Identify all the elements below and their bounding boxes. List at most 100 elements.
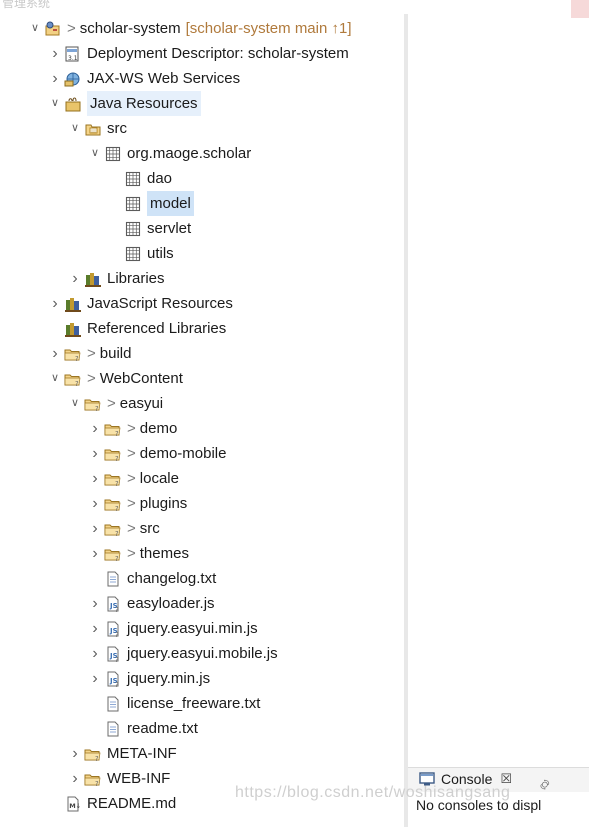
tree-item-label-wrap: changelog.txt	[127, 566, 216, 591]
top-strip: 管理系统	[0, 0, 589, 14]
chevron-right-icon[interactable]: ›	[68, 266, 82, 291]
tree-item[interactable]: › 3.1 Deployment Descriptor: scholar-syste…	[48, 41, 349, 66]
chevron-right-icon[interactable]: ›	[68, 766, 82, 791]
chevron-right-icon[interactable]: ›	[88, 516, 102, 541]
tree-item-label-wrap: > locale	[127, 466, 179, 491]
tree-item[interactable]: readme.txt	[88, 716, 198, 741]
tree-item-label: Libraries	[107, 270, 165, 287]
tree-item-label: scholar-system	[79, 20, 181, 37]
tree-item[interactable]: ∨? > WebContent	[48, 366, 183, 391]
chevron-down-icon[interactable]: ∨	[48, 91, 62, 116]
tree-item[interactable]: › Libraries	[68, 266, 165, 291]
tree-item[interactable]: servlet	[108, 216, 191, 241]
chevron-right-icon[interactable]: ›	[68, 741, 82, 766]
tree-item[interactable]: › JS? easyloader.js	[88, 591, 214, 616]
tree-item[interactable]: dao	[108, 166, 172, 191]
text-file-icon	[104, 695, 122, 713]
tree-item[interactable]: M↓ README.md	[48, 791, 176, 816]
git-decorator: >	[127, 520, 136, 537]
tree-item-label: WebContent	[99, 370, 183, 387]
tree-item-label: plugins	[139, 495, 188, 512]
git-decorator: >	[127, 445, 136, 462]
chevron-right-icon[interactable]: ›	[48, 341, 62, 366]
tree-item[interactable]: ∨ org.maoge.scholar	[88, 141, 251, 166]
svg-text:?: ?	[75, 355, 79, 363]
tree-item[interactable]: ∨ src	[68, 116, 127, 141]
tree-item[interactable]: › JavaScript Resources	[48, 291, 233, 316]
library-icon	[64, 320, 82, 338]
tree-item[interactable]: ∨ Java Resources	[48, 91, 201, 116]
chevron-right-icon[interactable]: ›	[88, 441, 102, 466]
right-accent	[571, 0, 589, 18]
chevron-right-icon[interactable]: ›	[88, 466, 102, 491]
js-file-icon: JS?	[104, 645, 122, 663]
tree-item-label: META-INF	[107, 745, 177, 762]
tree-item[interactable]: ›? WEB-INF	[68, 766, 170, 791]
tree-item-label: servlet	[147, 220, 192, 237]
tree-item[interactable]: › JS? jquery.easyui.mobile.js	[88, 641, 277, 666]
tree-item[interactable]: ›? > build	[48, 341, 131, 366]
js-file-icon: JS?	[104, 595, 122, 613]
tree-item[interactable]: ›? > plugins	[88, 491, 187, 516]
chevron-down-icon[interactable]: ∨	[68, 391, 82, 416]
package-icon	[124, 220, 142, 238]
tree-item-label: changelog.txt	[127, 570, 217, 587]
chevron-down-icon[interactable]: ∨	[28, 16, 42, 41]
tree-item[interactable]: › JS? jquery.min.js	[88, 666, 210, 691]
tree-item[interactable]: changelog.txt	[88, 566, 216, 591]
tree-item[interactable]: ›? > demo-mobile	[88, 441, 226, 466]
tree-item-label: WEB-INF	[107, 770, 171, 787]
git-decorator: >	[127, 420, 136, 437]
git-decorator: >	[87, 345, 96, 362]
markdown-file-icon: M↓	[64, 795, 82, 813]
chevron-right-icon[interactable]: ›	[88, 491, 102, 516]
chevron-down-icon[interactable]: ∨	[88, 141, 102, 166]
tree-item[interactable]: license_freeware.txt	[88, 691, 260, 716]
problems-tab-icon[interactable]: ࿂	[540, 770, 550, 807]
tree-item[interactable]: Referenced Libraries	[48, 316, 226, 341]
chevron-right-icon[interactable]: ›	[88, 541, 102, 566]
chevron-right-icon[interactable]: ›	[48, 66, 62, 91]
tree-item-label-wrap: > scholar-system [scholar-system main ↑1]	[67, 16, 352, 41]
chevron-right-icon[interactable]: ›	[88, 591, 102, 616]
svg-text:?: ?	[115, 631, 119, 638]
tree-item[interactable]: utils	[108, 241, 174, 266]
chevron-right-icon[interactable]: ›	[48, 41, 62, 66]
tree-item[interactable]: ›? > src	[88, 516, 159, 541]
chevron-right-icon[interactable]: ›	[88, 616, 102, 641]
git-decorator: >	[127, 495, 136, 512]
tree-item[interactable]: model	[108, 191, 194, 216]
chevron-down-icon[interactable]: ∨	[68, 116, 82, 141]
tree-item-label-wrap: README.md	[87, 791, 176, 816]
folder-icon: ?	[104, 545, 122, 563]
tree-item[interactable]: › JS? jquery.easyui.min.js	[88, 616, 257, 641]
pane-divider[interactable]	[404, 14, 408, 827]
folder-icon: ?	[84, 745, 102, 763]
svg-text:3.1: 3.1	[68, 55, 78, 62]
tree-item-label: model	[150, 195, 191, 212]
tree-item[interactable]: ∨? > easyui	[68, 391, 163, 416]
tree-item[interactable]: ›? > themes	[88, 541, 189, 566]
tree-item-label-wrap: Libraries	[107, 266, 165, 291]
tree-item-label-wrap: > themes	[127, 541, 189, 566]
tree-item[interactable]: ∨ > scholar-system [scholar-system main ↑1]	[28, 16, 352, 41]
tree-item[interactable]: ›? META-INF	[68, 741, 177, 766]
tree-item[interactable]: ›? > demo	[88, 416, 177, 441]
chevron-down-icon[interactable]: ∨	[48, 366, 62, 391]
tree-item-label-wrap: license_freeware.txt	[127, 691, 260, 716]
window-title-fragment: 管理系统	[2, 0, 51, 10]
tree-item-label-wrap: > WebContent	[87, 366, 183, 391]
tree-item-label: org.maoge.scholar	[127, 145, 252, 162]
chevron-right-icon[interactable]: ›	[88, 666, 102, 691]
tree-item-label-wrap: Deployment Descriptor: scholar-system	[87, 41, 349, 66]
chevron-right-icon[interactable]: ›	[88, 416, 102, 441]
tree-item-label: JAX-WS Web Services	[87, 70, 241, 87]
tree-item[interactable]: ›? > locale	[88, 466, 179, 491]
tree-item-label: README.md	[87, 795, 177, 812]
git-decorator: >	[107, 395, 116, 412]
web-services-icon	[64, 70, 82, 88]
chevron-right-icon[interactable]: ›	[88, 641, 102, 666]
chevron-right-icon[interactable]: ›	[48, 291, 62, 316]
tree-item[interactable]: › JAX-WS Web Services	[48, 66, 240, 91]
tree-item-label: src	[107, 120, 127, 137]
